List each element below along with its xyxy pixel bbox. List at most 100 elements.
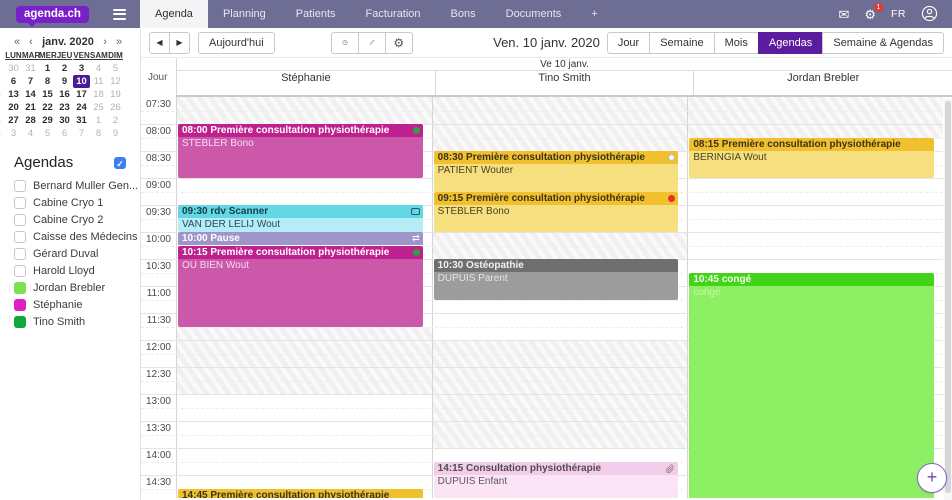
agenda-checkbox[interactable] bbox=[14, 248, 26, 260]
minical-day[interactable]: 10 bbox=[73, 75, 90, 88]
minical-day[interactable]: 21 bbox=[22, 101, 39, 114]
agenda-checkbox[interactable] bbox=[14, 231, 26, 243]
minical-day[interactable]: 8 bbox=[90, 127, 107, 140]
tab-planning[interactable]: Planning bbox=[208, 0, 281, 28]
agenda-checkbox[interactable] bbox=[14, 299, 26, 311]
minical-day[interactable]: 13 bbox=[5, 88, 22, 101]
minical-day[interactable]: 6 bbox=[56, 127, 73, 140]
event[interactable]: 10:45 congécongé bbox=[689, 273, 934, 499]
logo[interactable]: agenda.ch bbox=[16, 6, 89, 23]
agenda-checkbox[interactable] bbox=[14, 214, 26, 226]
minical-day[interactable]: 29 bbox=[39, 114, 56, 127]
minical-day[interactable]: 7 bbox=[73, 127, 90, 140]
minical-day[interactable]: 24 bbox=[73, 101, 90, 114]
minical-day[interactable]: 7 bbox=[22, 75, 39, 88]
event[interactable]: 08:30 Première consultation physiothérap… bbox=[434, 151, 679, 192]
allday-cell[interactable] bbox=[693, 86, 952, 95]
tab-+[interactable]: + bbox=[576, 0, 612, 28]
agenda-list-item[interactable]: Jordan Brebler bbox=[0, 279, 140, 296]
minical-day[interactable]: 23 bbox=[56, 101, 73, 114]
agenda-column-tino-smith[interactable]: 08:30 Première consultation physiothérap… bbox=[432, 97, 688, 498]
minical-day[interactable]: 14 bbox=[22, 88, 39, 101]
minical-day[interactable]: 28 bbox=[22, 114, 39, 127]
agenda-checkbox[interactable] bbox=[14, 316, 26, 328]
event[interactable]: 14:15 Consultation physiothérapieDUPUIS … bbox=[434, 462, 679, 499]
minical-day[interactable]: 22 bbox=[39, 101, 56, 114]
view-button-agendas[interactable]: Agendas bbox=[758, 32, 823, 54]
minical-day[interactable]: 17 bbox=[73, 88, 90, 101]
event[interactable]: 08:15 Première consultation physiothérap… bbox=[689, 138, 934, 179]
tab-documents[interactable]: Documents bbox=[491, 0, 577, 28]
view-button-mois[interactable]: Mois bbox=[714, 32, 759, 54]
minical-day[interactable]: 26 bbox=[107, 101, 124, 114]
add-event-button[interactable]: + bbox=[917, 463, 947, 493]
minical-day[interactable]: 2 bbox=[56, 62, 73, 75]
event[interactable]: 10:30 OstéopathieDUPUIS Parent bbox=[434, 259, 679, 300]
tab-facturation[interactable]: Facturation bbox=[351, 0, 436, 28]
minical-day[interactable]: 27 bbox=[5, 114, 22, 127]
settings-button[interactable]: ⚙ bbox=[385, 32, 413, 54]
agenda-checkbox[interactable] bbox=[14, 265, 26, 277]
minical-day[interactable]: 3 bbox=[5, 127, 22, 140]
event[interactable]: 09:30 rdv ScannerVAN DER LELIJ Wout bbox=[178, 205, 423, 232]
minical-day[interactable]: 18 bbox=[90, 88, 107, 101]
agenda-checkbox[interactable] bbox=[14, 180, 26, 192]
minical-day[interactable]: 20 bbox=[5, 101, 22, 114]
allday-cell[interactable] bbox=[176, 86, 435, 95]
minical-day[interactable]: 12 bbox=[107, 75, 124, 88]
event[interactable]: 14:45 Première consultation physiothérap… bbox=[178, 489, 423, 499]
tab-agenda[interactable]: Agenda bbox=[140, 0, 208, 28]
minical-day[interactable]: 8 bbox=[39, 75, 56, 88]
event[interactable]: 10:00 Pause⇄ bbox=[178, 232, 423, 246]
mail-icon[interactable]: ✉ bbox=[838, 8, 849, 21]
minical-day[interactable]: 9 bbox=[56, 75, 73, 88]
allday-cell[interactable] bbox=[435, 86, 694, 95]
minical-prev-month-icon[interactable]: ‹ bbox=[24, 36, 38, 48]
minical-day[interactable]: 19 bbox=[107, 88, 124, 101]
agendas-all-checkbox[interactable]: ✓ bbox=[114, 157, 126, 169]
minical-prev-year-icon[interactable]: « bbox=[10, 36, 24, 48]
clock-button[interactable] bbox=[331, 32, 359, 54]
agenda-list-item[interactable]: Stéphanie bbox=[0, 296, 140, 313]
minical-day[interactable]: 11 bbox=[90, 75, 107, 88]
minical-day[interactable]: 31 bbox=[22, 62, 39, 75]
minical-day[interactable]: 30 bbox=[56, 114, 73, 127]
minical-day[interactable]: 5 bbox=[107, 62, 124, 75]
agenda-column-jordan-brebler[interactable]: 08:15 Première consultation physiothérap… bbox=[687, 97, 943, 498]
minical-day[interactable]: 15 bbox=[39, 88, 56, 101]
agenda-list-item[interactable]: Cabine Cryo 1 bbox=[0, 194, 140, 211]
event[interactable]: 08:00 Première consultation physiothérap… bbox=[178, 124, 423, 178]
scrollbar-thumb[interactable] bbox=[945, 101, 951, 493]
agenda-checkbox[interactable] bbox=[14, 197, 26, 209]
hamburger-menu-icon[interactable] bbox=[113, 9, 126, 20]
today-button[interactable]: Aujourd'hui bbox=[198, 32, 275, 54]
agenda-list-item[interactable]: Cabine Cryo 2 bbox=[0, 211, 140, 228]
minical-day[interactable]: 1 bbox=[90, 114, 107, 127]
tab-patients[interactable]: Patients bbox=[281, 0, 351, 28]
minical-day[interactable]: 30 bbox=[5, 62, 22, 75]
minical-day[interactable]: 16 bbox=[56, 88, 73, 101]
agenda-list-item[interactable]: Gérard Duval bbox=[0, 245, 140, 262]
minical-day[interactable]: 2 bbox=[107, 114, 124, 127]
minical-day[interactable]: 25 bbox=[90, 101, 107, 114]
language-selector[interactable]: FR bbox=[891, 9, 906, 20]
minical-day[interactable]: 9 bbox=[107, 127, 124, 140]
next-day-button[interactable]: ▶ bbox=[169, 32, 190, 54]
minical-day[interactable]: 5 bbox=[39, 127, 56, 140]
minical-day[interactable]: 1 bbox=[39, 62, 56, 75]
gear-icon[interactable]: ⚙1 bbox=[864, 8, 876, 21]
event[interactable]: 09:15 Première consultation physiothérap… bbox=[434, 192, 679, 233]
brush-button[interactable] bbox=[358, 32, 386, 54]
agenda-list-item[interactable]: Harold Lloyd bbox=[0, 262, 140, 279]
view-button-jour[interactable]: Jour bbox=[607, 32, 650, 54]
minical-day[interactable]: 6 bbox=[5, 75, 22, 88]
view-button-semaine-agendas[interactable]: Semaine & Agendas bbox=[822, 32, 944, 54]
tab-bons[interactable]: Bons bbox=[436, 0, 491, 28]
agenda-list-item[interactable]: Bernard Muller Gen... bbox=[0, 177, 140, 194]
event[interactable]: 10:15 Première consultation physiothérap… bbox=[178, 246, 423, 327]
minical-day[interactable]: 31 bbox=[73, 114, 90, 127]
agenda-column-st-phanie[interactable]: 08:00 Première consultation physiothérap… bbox=[176, 97, 432, 498]
account-icon[interactable] bbox=[921, 5, 938, 24]
agenda-checkbox[interactable] bbox=[14, 282, 26, 294]
minical-day[interactable]: 4 bbox=[90, 62, 107, 75]
